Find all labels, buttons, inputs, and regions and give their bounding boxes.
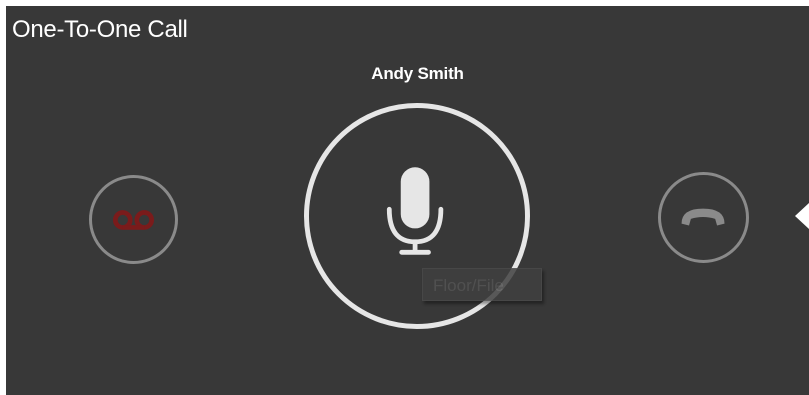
tooltip: Floor/File [422, 268, 542, 301]
phone-hangup-icon [681, 208, 725, 226]
collapse-arrow-icon[interactable] [795, 203, 809, 229]
hangup-button[interactable] [658, 172, 749, 263]
window-title: One-To-One Call [12, 16, 188, 43]
caller-name: Andy Smith [371, 64, 464, 83]
voicemail-icon [112, 210, 155, 230]
call-window: One-To-One Call Andy Smith Floor/File [6, 6, 809, 395]
voicemail-button[interactable] [89, 175, 178, 264]
